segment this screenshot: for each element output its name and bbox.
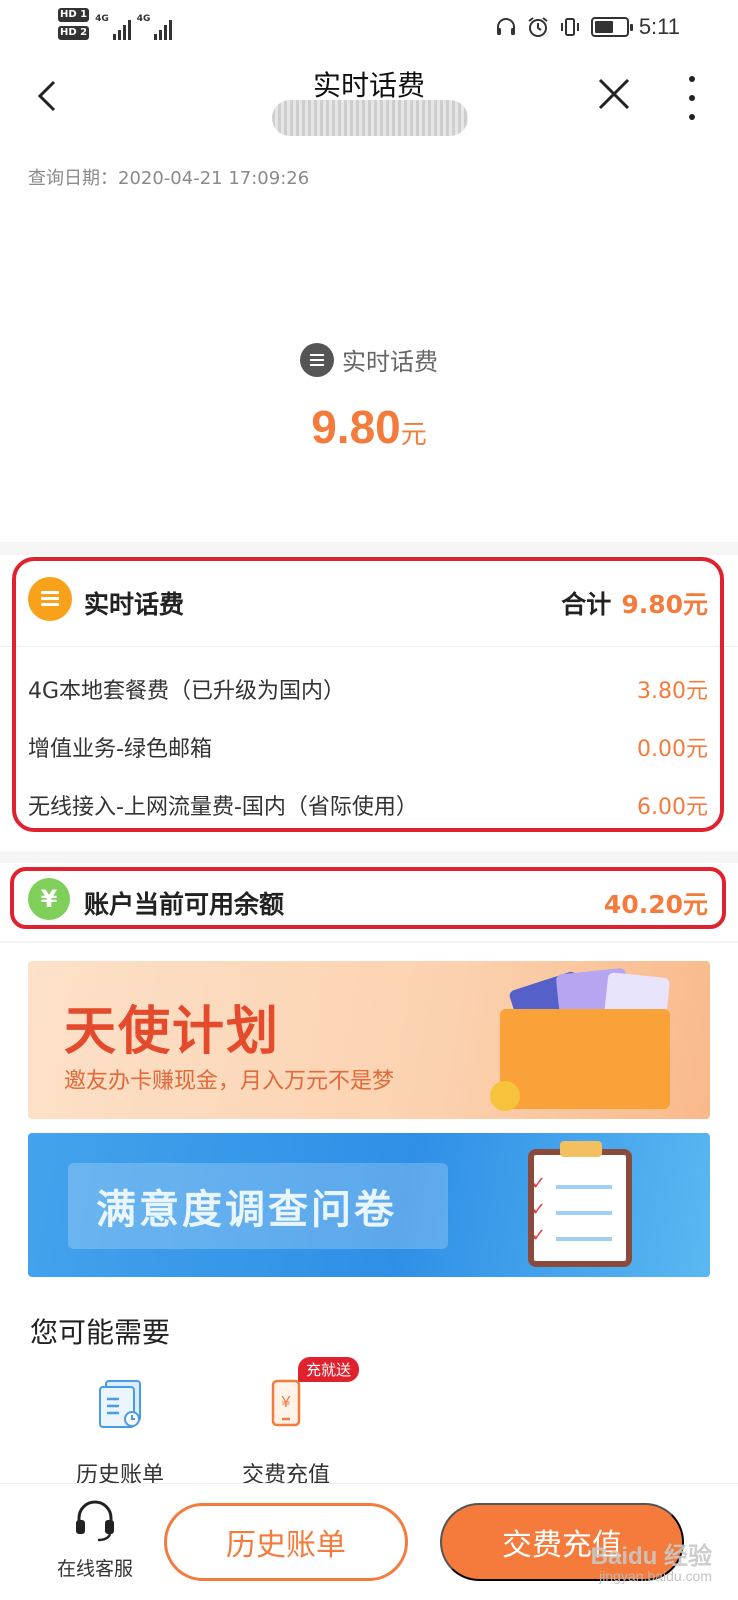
redacted-phone-number xyxy=(272,100,468,136)
hd1-badge: HD 1 xyxy=(58,8,90,22)
bottom-action-bar: 在线客服 历史账单 交费充值 Baidu 经验 jingyan.baidu.co… xyxy=(0,1483,738,1600)
status-icons: 5:11 xyxy=(495,14,680,40)
survey-banner[interactable]: 满意度调查问卷 ✓ ✓ ✓ xyxy=(28,1133,710,1277)
signal-icon-2: 4G xyxy=(137,14,173,40)
network-label-1: 4G xyxy=(95,14,109,24)
svg-text:¥: ¥ xyxy=(281,1394,291,1411)
nav-bar: 实时话费 xyxy=(0,56,738,156)
balance-highlight-box xyxy=(10,867,726,929)
online-service-button[interactable]: 在线客服 xyxy=(40,1496,150,1586)
hd-badges: HD 1 HD 2 xyxy=(58,8,90,40)
charge-highlight-box xyxy=(12,557,724,832)
signal-icon-1: 4G xyxy=(95,14,131,40)
close-icon[interactable] xyxy=(596,76,632,112)
angel-plan-subtitle: 邀友办卡赚现金，月入万元不是梦 xyxy=(64,1069,395,1094)
charge-details-card: 实时话费 合计 9.80元 4G本地套餐费（已升级为国内） 3.80元 增值业务-… xyxy=(0,555,738,851)
baidu-watermark: Baidu 经验 xyxy=(590,1543,712,1570)
angel-plan-banner[interactable]: 天使计划 邀友办卡赚现金，月入万元不是梦 xyxy=(28,961,710,1119)
check-icon: ✓ xyxy=(530,1173,546,1194)
summary-label-row: 实时话费 xyxy=(0,342,738,377)
checklist-line xyxy=(556,1211,612,1215)
hd2-badge: HD 2 xyxy=(58,26,90,40)
headset-icon xyxy=(496,18,515,35)
query-date: 查询日期：2020-04-21 17:09:26 xyxy=(28,168,310,189)
history-bill-shortcut[interactable]: 历史账单 xyxy=(60,1375,180,1488)
online-service-label: 在线客服 xyxy=(56,1558,133,1580)
history-bill-button[interactable]: 历史账单 xyxy=(164,1503,408,1581)
check-icon: ✓ xyxy=(530,1199,546,1220)
status-bar: HD 1 HD 2 4G 4G 5:11 xyxy=(0,0,738,56)
recharge-icon: ¥ xyxy=(271,1379,301,1427)
vibrate-icon xyxy=(560,18,579,36)
checklist-line xyxy=(556,1237,612,1241)
summary-amount-unit: 元 xyxy=(400,420,427,450)
summary-amount: 9.80元 xyxy=(0,400,738,454)
gift-box-illustration xyxy=(500,1009,670,1109)
recommendations-section: 您可能需要 历史账单 ¥ 充就送 交费充值 xyxy=(0,1283,738,1488)
bill-history-icon xyxy=(99,1380,141,1428)
alarm-icon xyxy=(528,17,548,37)
list-icon xyxy=(300,342,334,377)
check-icon: ✓ xyxy=(530,1225,546,1246)
headset-service-icon xyxy=(76,1500,114,1542)
survey-title: 满意度调查问卷 xyxy=(96,1187,397,1233)
summary-label: 实时话费 xyxy=(342,348,438,376)
baidu-watermark-url: jingyan.baidu.com xyxy=(599,1568,712,1584)
coin-illustration xyxy=(490,1081,520,1111)
more-icon[interactable] xyxy=(684,76,700,120)
summary-section: 查询日期：2020-04-21 17:09:26 实时话费 9.80元 xyxy=(0,156,738,542)
recharge-promo-badge: 充就送 xyxy=(298,1357,360,1382)
summary-amount-number: 9.80 xyxy=(311,401,401,453)
clock: 5:11 xyxy=(638,14,680,39)
signal-area: HD 1 HD 2 4G 4G xyxy=(58,8,173,40)
network-label-2: 4G xyxy=(136,14,151,24)
recharge-shortcut[interactable]: ¥ 充就送 交费充值 xyxy=(226,1357,360,1488)
balance-section: ¥ 账户当前可用余额 40.20元 xyxy=(0,863,738,941)
checklist-line xyxy=(556,1185,612,1189)
banner-area: 天使计划 邀友办卡赚现金，月入万元不是梦 满意度调查问卷 ✓ ✓ ✓ xyxy=(0,943,738,1283)
angel-plan-title: 天使计划 xyxy=(64,1002,281,1062)
recommendations-title: 您可能需要 xyxy=(30,1316,171,1349)
battery-icon xyxy=(590,17,633,37)
battery-fill xyxy=(594,21,613,33)
clipboard-clip-illustration xyxy=(560,1141,602,1157)
